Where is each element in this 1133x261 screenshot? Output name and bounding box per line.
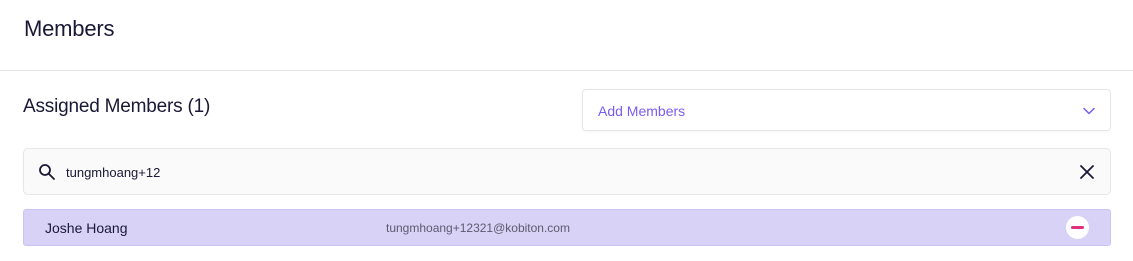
chevron-down-icon [1083,107,1095,115]
minus-icon [1071,226,1084,229]
member-email: tungmhoang+12321@kobiton.com [386,221,570,235]
page-header: Members [0,0,1133,71]
assigned-members-title: Assigned Members (1) [23,96,211,117]
page-title: Members [24,16,115,41]
member-name: Joshe Hoang [45,220,128,236]
add-members-label: Add Members [598,103,686,119]
member-row[interactable]: Joshe Hoang tungmhoang+12321@kobiton.com [23,209,1111,246]
search-input[interactable] [66,158,1026,186]
member-search-box [23,148,1111,195]
search-icon [39,164,55,180]
add-members-dropdown[interactable]: Add Members [582,89,1111,131]
remove-member-button[interactable] [1066,216,1089,239]
close-icon[interactable] [1078,163,1096,181]
